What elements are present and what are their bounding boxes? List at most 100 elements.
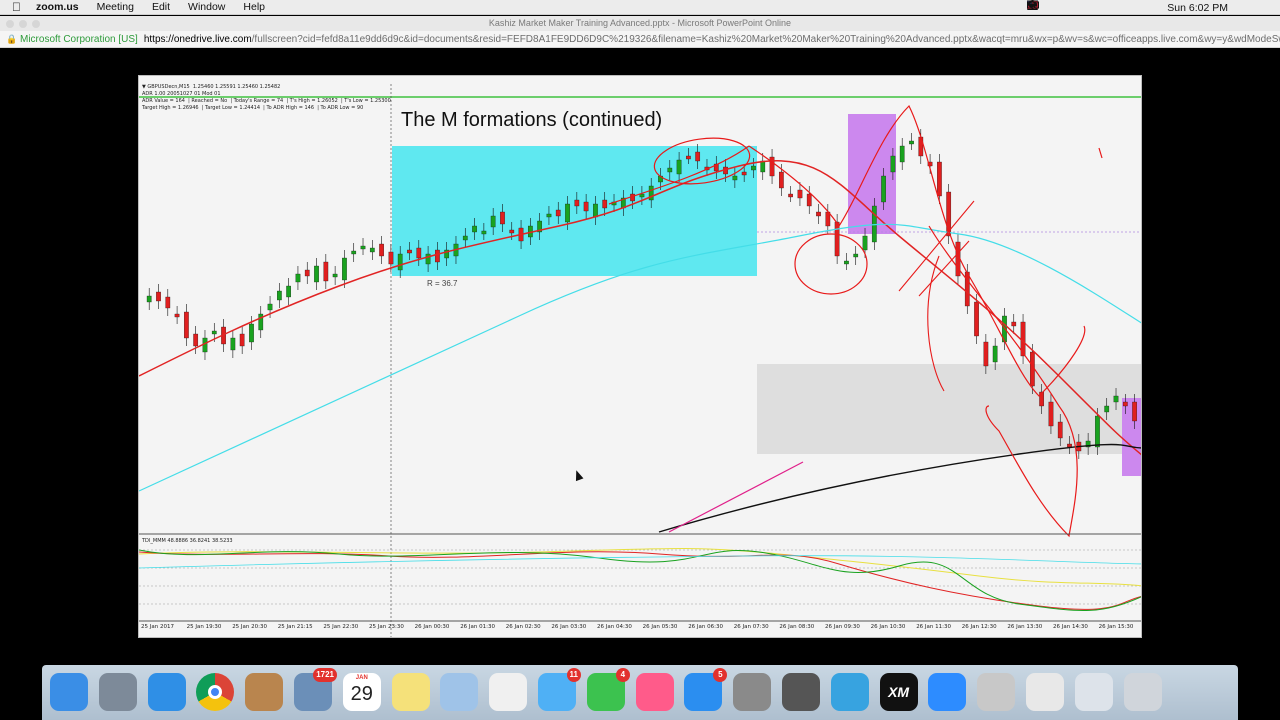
candle bbox=[267, 303, 273, 311]
candle bbox=[937, 161, 942, 197]
app-store-icon[interactable]: 5 bbox=[684, 668, 728, 711]
candle bbox=[249, 323, 254, 343]
menu-bar:  zoom.us Meeting Edit Window Help Sun 6… bbox=[0, 0, 1280, 15]
trading-chart bbox=[139, 84, 1141, 637]
magenta-trend-line bbox=[668, 461, 804, 533]
time-label: 26 Jan 12:30 bbox=[961, 624, 997, 630]
red-indicator-line bbox=[139, 551, 1141, 610]
time-label: 25 Jan 20:30 bbox=[232, 624, 268, 630]
time-label: 26 Jan 08:30 bbox=[779, 624, 815, 630]
itunes-icon[interactable] bbox=[635, 673, 674, 711]
warning-icon[interactable] bbox=[1027, 0, 1058, 13]
time-label: 26 Jan 00:30 bbox=[414, 624, 450, 630]
menu-edit[interactable]: Edit bbox=[152, 1, 170, 13]
search-icon[interactable] bbox=[1028, 0, 1248, 13]
menu-meeting[interactable]: Meeting bbox=[97, 1, 134, 13]
magenta-zone bbox=[1122, 398, 1141, 476]
time-label: 26 Jan 05:30 bbox=[642, 624, 678, 630]
system-preferences-icon[interactable] bbox=[733, 673, 772, 711]
candle bbox=[890, 155, 896, 173]
messages-icon[interactable]: 11 bbox=[538, 668, 581, 711]
menu-app-name[interactable]: zoom.us bbox=[36, 1, 79, 13]
launchpad-icon[interactable] bbox=[98, 673, 137, 711]
candle bbox=[769, 156, 775, 177]
candle bbox=[416, 247, 422, 259]
mail-stamp-icon[interactable]: 1721 bbox=[294, 668, 337, 711]
candle bbox=[667, 167, 673, 173]
apple-icon[interactable]:  bbox=[12, 0, 26, 14]
notification-center-icon[interactable] bbox=[1028, 1, 1268, 13]
battery-icon[interactable] bbox=[1027, 1, 1158, 13]
time-label: 25 Jan 19:30 bbox=[186, 624, 222, 630]
indicator-label: TDI_MMM 48.8886 36.8241 38.5233 bbox=[142, 538, 233, 544]
calendar-icon[interactable]: JAN 29 bbox=[342, 673, 381, 711]
notification-badge: 11 bbox=[566, 668, 581, 682]
annotation-stroke bbox=[1098, 147, 1103, 159]
candle bbox=[184, 311, 189, 339]
candle bbox=[732, 175, 738, 181]
candle bbox=[686, 155, 691, 160]
flag-icon[interactable] bbox=[1027, 1, 1118, 13]
candle bbox=[899, 145, 905, 163]
presentation-slide[interactable]: ▼ GBPUSDecn,M15 1.25460 1.25591 1.25460 … bbox=[138, 75, 1142, 638]
info-icon[interactable] bbox=[1027, 0, 1078, 13]
candle bbox=[472, 225, 477, 233]
menu-help[interactable]: Help bbox=[243, 1, 265, 13]
wifi-icon[interactable] bbox=[1027, 1, 1138, 13]
candle bbox=[211, 330, 217, 335]
lock-icon: 🔒 bbox=[6, 34, 18, 44]
candle bbox=[156, 291, 161, 302]
safari-icon[interactable] bbox=[147, 673, 186, 711]
address-bar[interactable]: 🔒 Microsoft Corporation [US] https://oned… bbox=[0, 31, 1280, 48]
display-icon[interactable] bbox=[1027, 0, 1098, 13]
zoom-button[interactable] bbox=[32, 20, 40, 28]
candle bbox=[816, 211, 821, 217]
time-label: 26 Jan 10:30 bbox=[870, 624, 906, 630]
preview-icon[interactable] bbox=[440, 673, 479, 711]
candle bbox=[1132, 401, 1137, 422]
notification-badge: 4 bbox=[615, 668, 630, 682]
telegram-icon[interactable] bbox=[830, 673, 869, 711]
black-moving-average bbox=[658, 443, 1141, 533]
downloads-icon[interactable] bbox=[1074, 673, 1113, 711]
candle bbox=[193, 333, 199, 347]
close-button[interactable] bbox=[6, 20, 14, 28]
candle bbox=[230, 337, 236, 351]
pencil-icon[interactable] bbox=[977, 673, 1016, 711]
candle bbox=[1048, 401, 1054, 427]
time-label: 26 Jan 11:30 bbox=[916, 624, 952, 630]
url-path[interactable]: /fullscreen?cid=fefd8a11e9dd6d9c&id=docu… bbox=[252, 34, 1280, 45]
camera-icon[interactable] bbox=[782, 673, 820, 711]
menu-window[interactable]: Window bbox=[188, 1, 225, 13]
candle bbox=[304, 269, 310, 277]
facetime-icon[interactable]: 4 bbox=[586, 668, 630, 711]
certificate-org[interactable]: Microsoft Corporation [US] bbox=[20, 34, 138, 45]
contacts-icon[interactable] bbox=[245, 673, 284, 711]
clock[interactable]: Sun 6:02 PM bbox=[1167, 2, 1228, 14]
annotation-circle bbox=[794, 233, 868, 295]
time-label: 26 Jan 02:30 bbox=[505, 624, 541, 630]
r-label: R = 36.7 bbox=[427, 279, 458, 288]
candle bbox=[881, 175, 886, 203]
candle bbox=[676, 159, 682, 175]
candle bbox=[909, 140, 914, 145]
url-host[interactable]: https://onedrive.live.com bbox=[144, 34, 252, 45]
window-title: Kashiz Market Maker Training Advanced.pp… bbox=[488, 18, 792, 28]
zoom-icon[interactable] bbox=[928, 673, 967, 711]
time-label: 25 Jan 2017 bbox=[141, 624, 174, 630]
candle bbox=[1104, 405, 1110, 413]
candle bbox=[797, 189, 803, 199]
photos-icon[interactable] bbox=[489, 673, 528, 711]
candle bbox=[165, 296, 171, 309]
chrome-icon[interactable] bbox=[196, 673, 235, 711]
notes-icon[interactable] bbox=[391, 673, 430, 711]
time-label: 26 Jan 13:30 bbox=[1007, 624, 1043, 630]
finder-icon[interactable] bbox=[50, 673, 88, 711]
chrome-center bbox=[208, 685, 223, 699]
candle bbox=[1122, 401, 1128, 407]
documents-icon[interactable] bbox=[1026, 673, 1064, 711]
notification-badge: 1721 bbox=[313, 668, 337, 682]
trash-icon[interactable] bbox=[1123, 673, 1162, 711]
minimize-button[interactable] bbox=[19, 20, 27, 28]
xm-icon[interactable]: XM bbox=[879, 673, 918, 711]
